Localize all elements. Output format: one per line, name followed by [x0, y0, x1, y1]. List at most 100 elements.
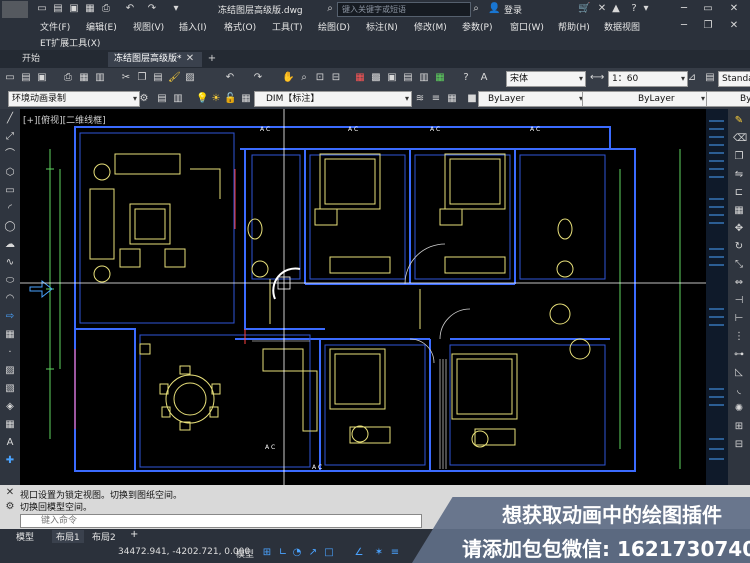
snap-icon[interactable]: ∟ — [276, 546, 290, 560]
zoom-realtime-icon[interactable]: ⌕ — [298, 72, 310, 84]
otrack-icon[interactable]: ✶ — [372, 546, 386, 560]
menu-restore-icon[interactable]: ❐ — [702, 20, 714, 32]
zoom-previous-icon[interactable]: ⊟ — [330, 72, 342, 84]
layer-color-icon[interactable]: ▦ — [240, 93, 252, 105]
menu-edit[interactable]: 编辑(E) — [86, 20, 117, 33]
print-icon[interactable]: ⎙ — [100, 3, 112, 15]
workspace-select[interactable]: 环境动画录制 ▾ — [8, 91, 140, 107]
extend-icon[interactable]: ⊢ — [733, 313, 745, 325]
explode-icon[interactable]: ✺ — [733, 403, 745, 415]
tab-layout2[interactable]: 布局2 — [92, 530, 116, 543]
sheet-set-icon[interactable]: ▤ — [402, 72, 414, 84]
dropdown-chevron-icon[interactable]: ▾ — [170, 3, 182, 15]
menu-view[interactable]: 视图(V) — [133, 20, 164, 33]
layer-previous-icon[interactable]: ≡ — [430, 93, 442, 105]
font-select[interactable]: 宋体 ▾ — [506, 71, 586, 87]
open-file-icon[interactable]: ▤ — [52, 3, 64, 15]
right-palette[interactable] — [706, 109, 728, 485]
properties-icon[interactable]: ▦ — [354, 72, 366, 84]
search-go-icon[interactable]: ⌕ — [470, 3, 482, 15]
layer-iso-icon[interactable]: ▦ — [446, 93, 458, 105]
pencil-icon[interactable]: ✎ — [733, 115, 745, 127]
menu-help[interactable]: 帮助(H) — [558, 20, 590, 33]
login-link[interactable]: 登录 — [504, 3, 522, 16]
circle-icon[interactable]: ◯ — [4, 221, 16, 233]
redo-icon-2[interactable]: ↷ — [252, 72, 264, 84]
tab-layout1[interactable]: 布局1 — [52, 530, 84, 543]
color-swatch-icon[interactable]: ■ — [466, 93, 478, 105]
tab-model[interactable]: 模型 — [16, 530, 34, 543]
rectangle-icon[interactable]: ▭ — [4, 185, 16, 197]
table-style-icon[interactable]: ⊿ — [686, 72, 698, 84]
add-selected-icon[interactable]: ✚ — [4, 455, 16, 467]
menu-file[interactable]: 文件(F) — [40, 20, 70, 33]
tab-start[interactable]: 开始 — [16, 52, 46, 67]
drawing-canvas[interactable]: [+][俯视][二维线框] A C A C A C A C A C A C — [20, 109, 706, 485]
break-icon[interactable]: ⋮ — [733, 331, 745, 343]
osnap-icon[interactable]: □ — [322, 546, 336, 560]
xline-icon[interactable]: ⤢ — [4, 131, 16, 143]
menu-tools[interactable]: 工具(T) — [272, 20, 303, 33]
command-close-icon[interactable]: ✕ — [4, 487, 16, 499]
menu-close-icon[interactable]: ✕ — [728, 20, 740, 32]
add-layout-icon[interactable]: + — [130, 529, 138, 540]
ellipse-arc-icon[interactable]: ◠ — [4, 293, 16, 305]
help-icon[interactable]: ? — [628, 3, 640, 15]
angle-icon[interactable]: ∠ — [352, 546, 366, 560]
menu-format[interactable]: 格式(O) — [224, 20, 256, 33]
move-icon[interactable]: ✥ — [733, 223, 745, 235]
minimize-button[interactable]: ─ — [676, 1, 692, 17]
undo-icon[interactable]: ↶ — [124, 3, 136, 15]
text-style-icon[interactable]: A — [478, 72, 490, 84]
menu-minimize-icon[interactable]: ─ — [678, 20, 690, 32]
search-input[interactable]: 键入关键字或短语 — [337, 2, 471, 17]
lineweight-select[interactable]: By — [706, 91, 750, 107]
markup-icon[interactable]: ▥ — [418, 72, 430, 84]
command-input[interactable]: 键入命令 — [20, 514, 422, 528]
design-center-icon[interactable]: ▩ — [370, 72, 382, 84]
menu-data-view[interactable]: 数据视图 — [604, 20, 640, 33]
menu-et-tools[interactable]: ET扩展工具(X) — [40, 36, 100, 49]
qnew-icon[interactable]: ▤ — [20, 72, 32, 84]
polyline-icon[interactable]: ⌒ — [4, 149, 16, 161]
alert-icon[interactable]: ▲ — [610, 3, 622, 15]
help-dropdown-icon[interactable]: ▾ — [640, 3, 652, 15]
layer-properties-icon[interactable]: ▤ — [156, 93, 168, 105]
stretch-icon[interactable]: ⇔ — [733, 277, 745, 289]
chamfer-icon[interactable]: ◺ — [733, 367, 745, 379]
line-icon[interactable]: ╱ — [4, 113, 16, 125]
grid-icon[interactable]: ⊞ — [260, 546, 274, 560]
scale-icon[interactable]: ⤡ — [733, 259, 745, 271]
layer-select[interactable]: DIM【标注】 ▾ — [254, 91, 412, 107]
menu-modify[interactable]: 修改(M) — [414, 20, 447, 33]
save-icon[interactable]: ▣ — [68, 3, 80, 15]
region-icon[interactable]: ◈ — [4, 401, 16, 413]
paste-icon[interactable]: ▤ — [152, 72, 164, 84]
trim-icon[interactable]: ⊣ — [733, 295, 745, 307]
publish-icon[interactable]: ▥ — [94, 72, 106, 84]
spline-icon[interactable]: ∿ — [4, 257, 16, 269]
menu-draw[interactable]: 绘图(D) — [318, 20, 350, 33]
fillet-icon[interactable]: ◟ — [733, 385, 745, 397]
command-settings-icon[interactable]: ⚙ — [4, 501, 16, 513]
bulb-icon[interactable]: 💡 — [196, 93, 208, 105]
workspace-settings-icon[interactable]: ⚙ — [138, 93, 150, 105]
search-icon[interactable]: ⌕ — [324, 3, 336, 15]
calc-icon[interactable]: ▦ — [434, 72, 446, 84]
print-icon-2[interactable]: ⎙ — [62, 72, 74, 84]
undo-icon-2[interactable]: ↶ — [224, 72, 236, 84]
redo-icon[interactable]: ↷ — [146, 3, 158, 15]
align-icon[interactable]: ⊟ — [733, 439, 745, 451]
measure-icon[interactable]: ⊞ — [733, 421, 745, 433]
zoom-window-icon[interactable]: ⊡ — [314, 72, 326, 84]
new-file-icon[interactable]: ▭ — [36, 3, 48, 15]
tool-palettes-icon[interactable]: ▣ — [386, 72, 398, 84]
polygon-icon[interactable]: ⬡ — [4, 167, 16, 179]
lineweight-icon[interactable]: ≡ — [388, 546, 402, 560]
copy-icon[interactable]: ❐ — [136, 72, 148, 84]
maximize-button[interactable]: ▭ — [700, 1, 716, 17]
linetype-select[interactable]: ByLayer ▾ — [582, 91, 708, 107]
mirror-icon[interactable]: ⇋ — [733, 169, 745, 181]
make-block-icon[interactable]: ▦ — [4, 329, 16, 341]
join-icon[interactable]: ⊶ — [733, 349, 745, 361]
